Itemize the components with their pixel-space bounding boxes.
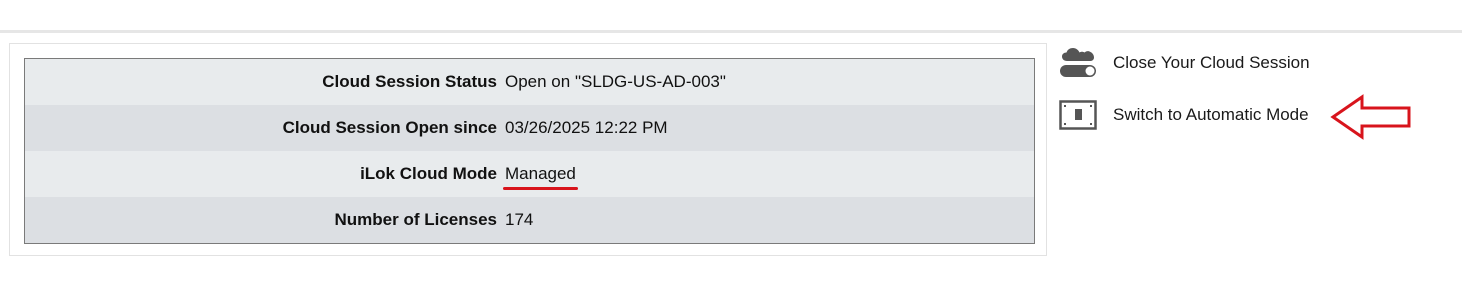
top-divider <box>0 30 1462 33</box>
switch-icon <box>1059 99 1097 131</box>
close-cloud-session-button[interactable]: Close Your Cloud Session <box>1059 47 1310 79</box>
row-label: iLok Cloud Mode <box>360 164 497 183</box>
red-underline-annotation <box>503 187 578 190</box>
table-row-license-count: Number of Licenses 174 <box>25 197 1034 243</box>
cloud-toggle-icon <box>1059 47 1097 79</box>
row-label: Cloud Session Status <box>322 72 497 91</box>
row-value: 174 <box>505 210 534 229</box>
close-cloud-session-label: Close Your Cloud Session <box>1113 53 1310 72</box>
page: Cloud Session Status Open on "SLDG-US-AD… <box>0 0 1462 298</box>
switch-automatic-mode-button[interactable]: Switch to Automatic Mode <box>1059 99 1309 131</box>
table-row-status: Cloud Session Status Open on "SLDG-US-AD… <box>25 59 1034 105</box>
table-row-open-since: Cloud Session Open since 03/26/2025 12:2… <box>25 105 1034 151</box>
session-info-table: Cloud Session Status Open on "SLDG-US-AD… <box>24 58 1035 244</box>
row-value: 03/26/2025 12:22 PM <box>505 118 668 137</box>
red-arrow-annotation <box>1330 94 1414 145</box>
session-info-card: Cloud Session Status Open on "SLDG-US-AD… <box>9 43 1047 256</box>
row-value: Open on "SLDG-US-AD-003" <box>505 72 726 91</box>
row-label: Cloud Session Open since <box>282 118 497 137</box>
mode-value-text: Managed <box>505 164 576 183</box>
row-label: Number of Licenses <box>334 210 498 229</box>
row-value-mode: Managed <box>503 164 578 190</box>
switch-automatic-mode-label: Switch to Automatic Mode <box>1113 105 1309 124</box>
table-row-cloud-mode: iLok Cloud Mode Managed <box>25 151 1034 197</box>
